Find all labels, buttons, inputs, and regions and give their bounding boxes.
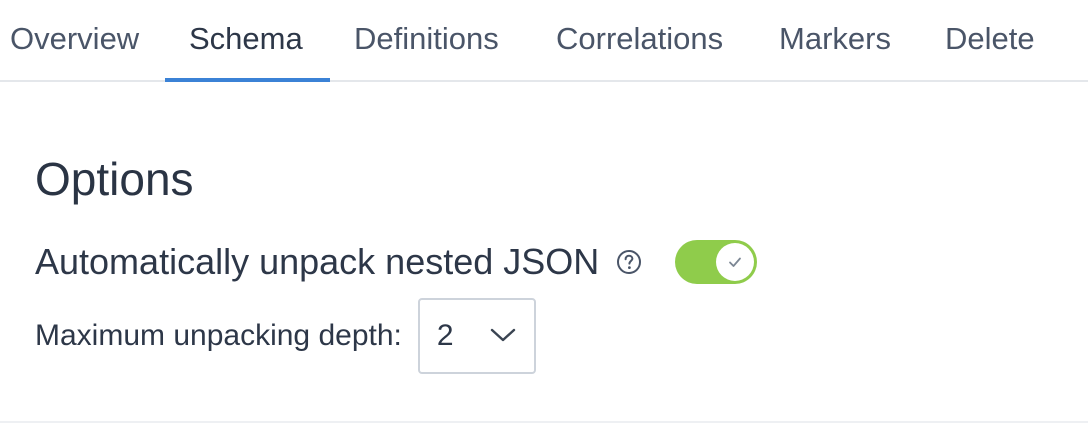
unpack-json-label: Automatically unpack nested JSON [35,241,600,282]
active-tab-indicator [165,78,330,82]
chevron-down-icon [490,328,516,342]
unpack-json-row: Automatically unpack nested JSON [35,236,758,288]
tab-schema[interactable]: Schema [189,0,303,82]
section-title: Options [35,153,194,205]
unpack-json-toggle[interactable] [675,240,758,284]
question-circle-icon[interactable] [616,249,642,275]
max-depth-value: 2 [436,319,454,352]
tab-correlations[interactable]: Correlations [556,0,723,82]
toggle-knob [716,243,755,281]
tab-bar: Overview Schema Definitions Correlations… [0,0,1088,82]
tab-delete[interactable]: Delete [945,0,1035,82]
tab-definitions[interactable]: Definitions [354,0,499,82]
max-depth-row: Maximum unpacking depth: 2 [35,298,536,374]
max-depth-select[interactable]: 2 [417,298,536,374]
check-icon [729,257,742,267]
max-depth-label: Maximum unpacking depth: [35,319,402,352]
section-divider [0,421,1088,423]
tab-overview[interactable]: Overview [10,0,139,82]
tab-markers[interactable]: Markers [779,0,891,82]
